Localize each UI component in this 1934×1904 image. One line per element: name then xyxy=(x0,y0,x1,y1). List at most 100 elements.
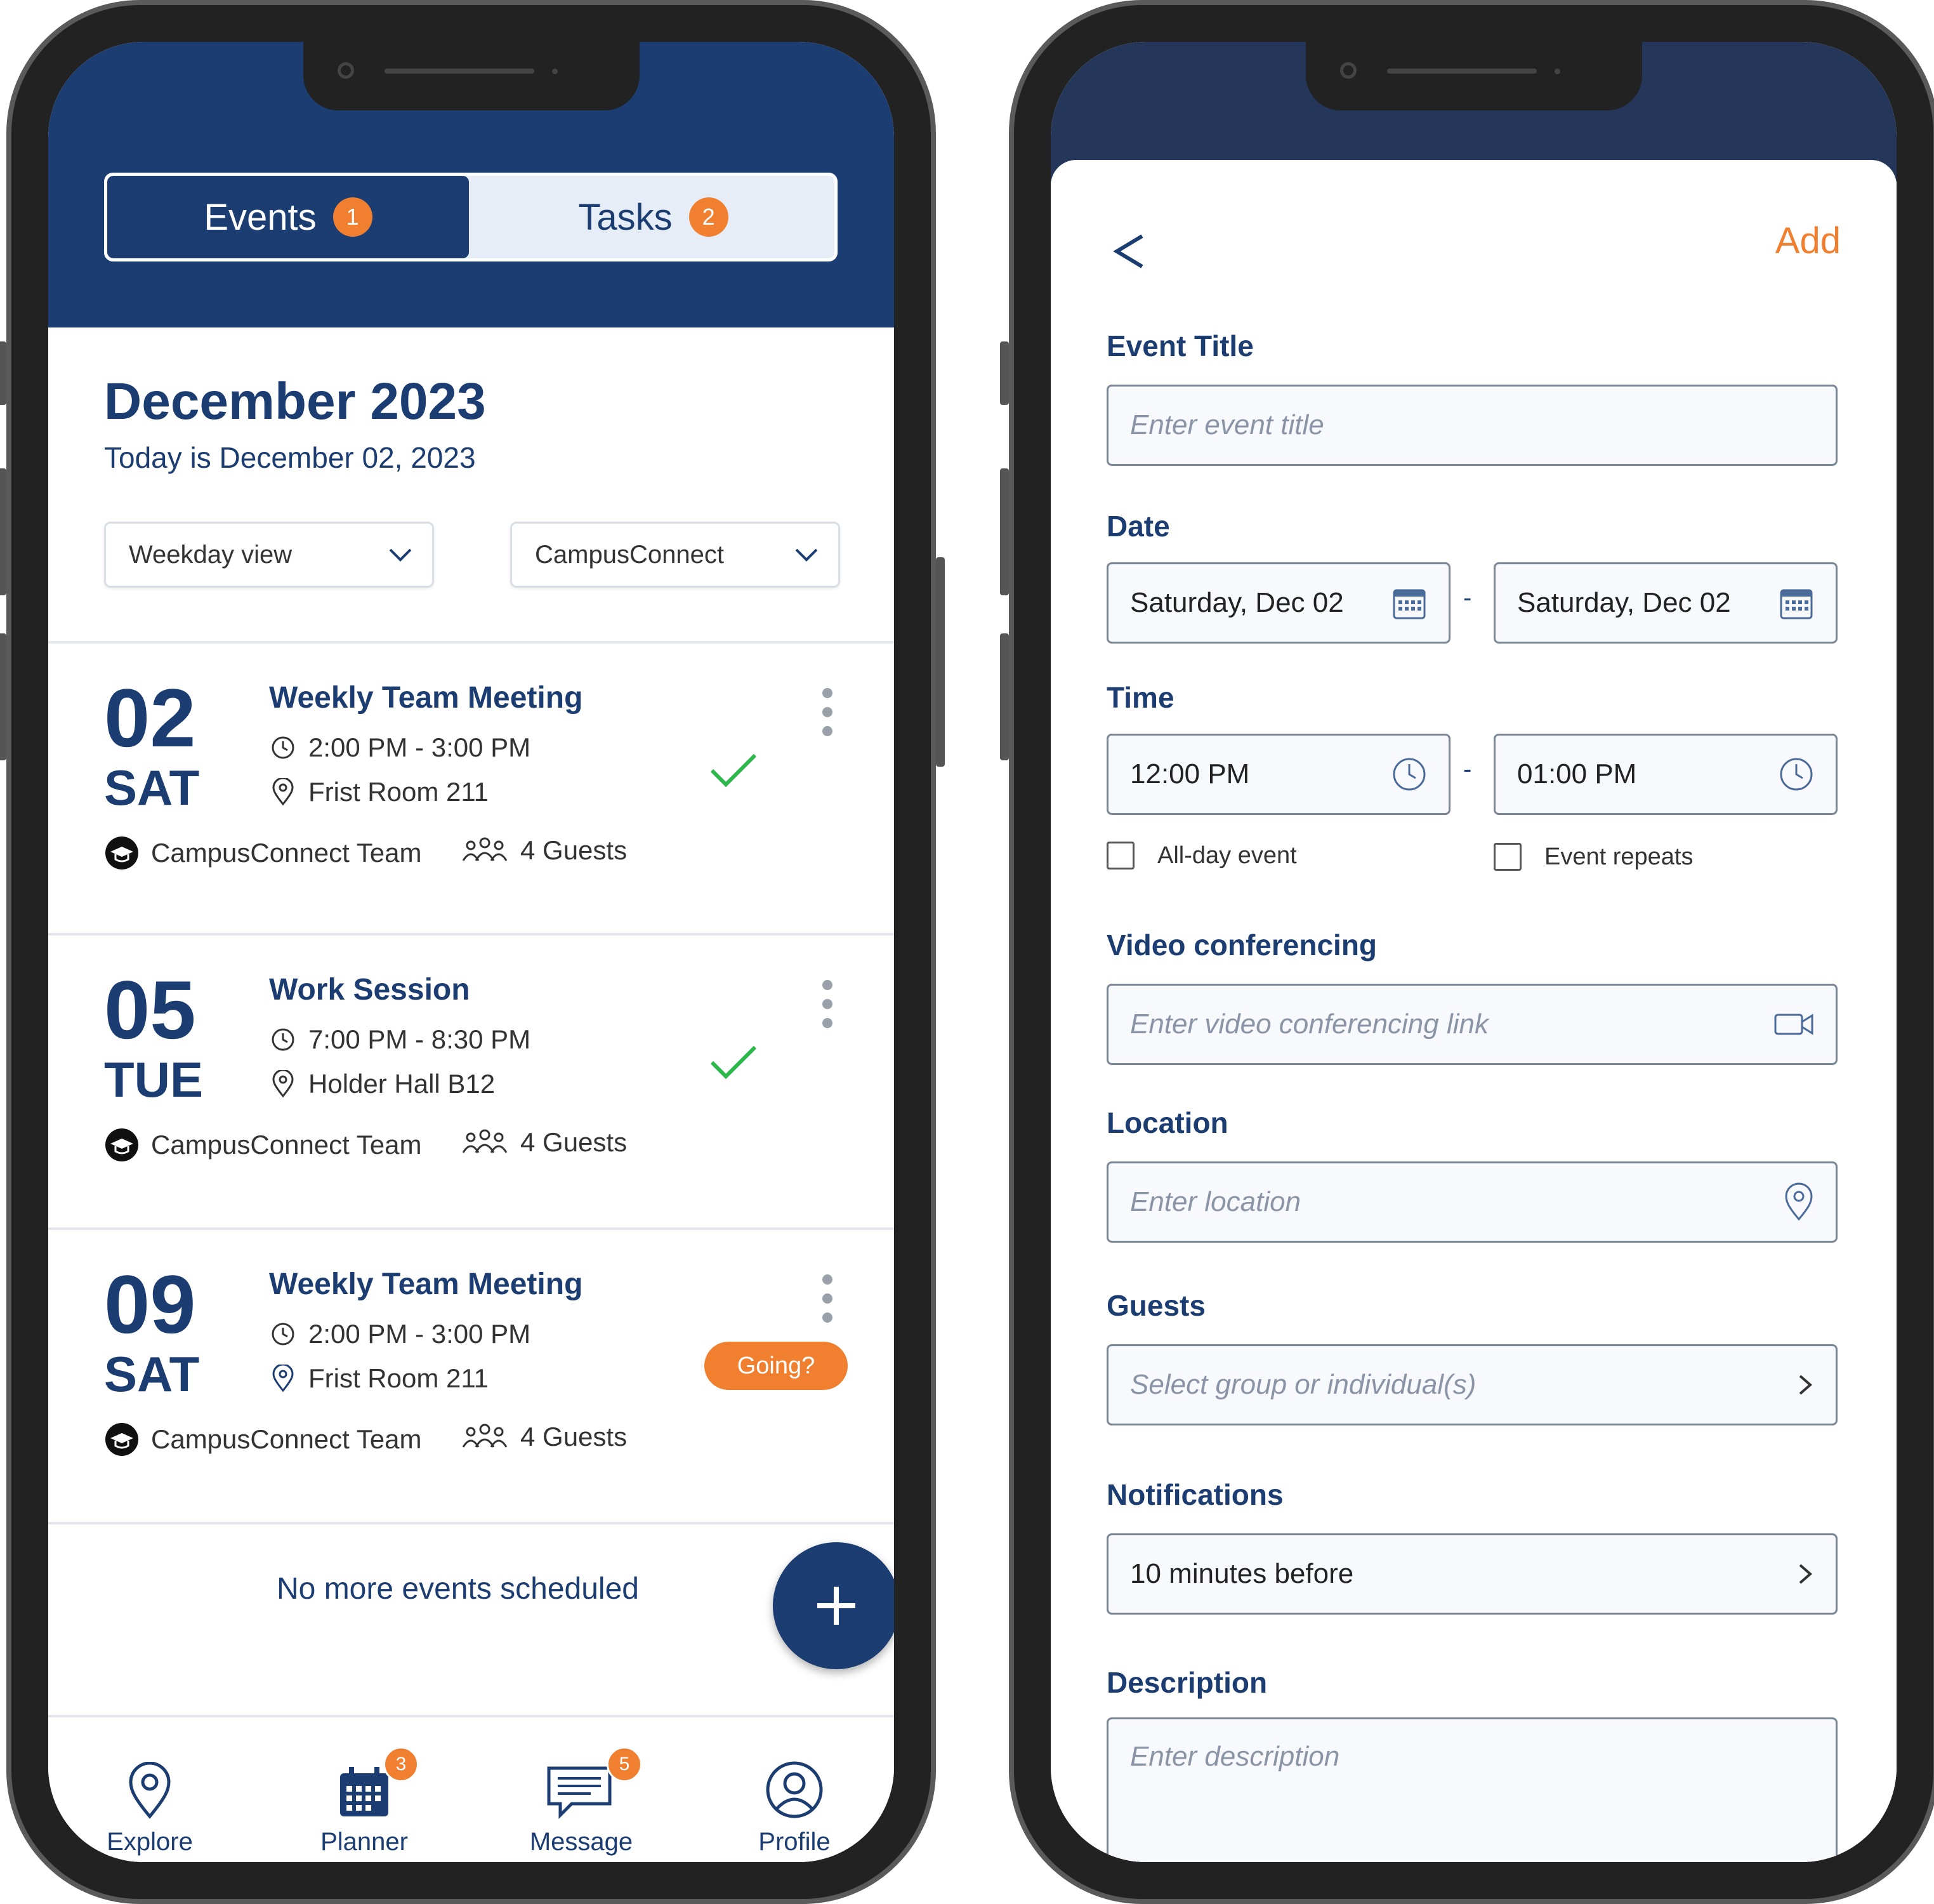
sensor-dot xyxy=(551,69,558,74)
video-conferencing-field[interactable]: Enter video conferencing link xyxy=(1107,984,1838,1065)
event-day-number: 02 xyxy=(104,671,196,764)
event-card[interactable]: 02 SAT Weekly Team Meeting 2:00 PM - 3:0… xyxy=(48,644,894,935)
guests-field[interactable]: Select group or individual(s) xyxy=(1107,1344,1838,1425)
nav-message[interactable]: 5 Message xyxy=(505,1747,657,1856)
mute-switch xyxy=(1000,341,1009,405)
calendar-dropdown[interactable]: CampusConnect xyxy=(510,522,840,588)
all-day-label: All-day event xyxy=(1157,842,1297,869)
notifications-label: Notifications xyxy=(1107,1478,1284,1511)
month-title: December 2023 xyxy=(104,373,486,430)
view-dropdown[interactable]: Weekday view xyxy=(104,522,434,588)
message-badge: 5 xyxy=(607,1747,642,1782)
more-options-icon[interactable] xyxy=(822,980,835,1028)
event-title: Work Session xyxy=(269,973,470,1007)
back-chevron-icon[interactable] xyxy=(1112,232,1147,270)
profile-icon xyxy=(766,1761,823,1818)
event-organizer: CampusConnect Team xyxy=(151,1424,422,1454)
notch xyxy=(1305,42,1642,110)
tab-tasks[interactable]: Tasks 2 xyxy=(472,176,834,258)
event-title: Weekly Team Meeting xyxy=(269,1267,583,1301)
event-day-number: 09 xyxy=(104,1258,196,1351)
event-organizer-row: CampusConnect Team xyxy=(104,1422,421,1457)
nav-explore[interactable]: Explore xyxy=(74,1749,226,1856)
nav-profile-label: Profile xyxy=(758,1828,831,1856)
start-time-field[interactable]: 12:00 PM xyxy=(1107,734,1450,815)
event-title-field[interactable]: Enter event title xyxy=(1107,385,1838,466)
all-day-checkbox[interactable]: All-day event xyxy=(1107,842,1297,869)
calendar-dropdown-value: CampusConnect xyxy=(535,540,724,569)
time-range-separator: - xyxy=(1463,755,1472,783)
location-pin-icon xyxy=(272,778,294,806)
event-guest-count: 4 Guests xyxy=(520,1422,628,1451)
nav-profile[interactable]: Profile xyxy=(718,1749,871,1856)
calendar-icon xyxy=(1780,589,1813,619)
volume-up-button xyxy=(0,468,6,595)
add-event-button[interactable] xyxy=(773,1542,894,1669)
tasks-count-badge: 2 xyxy=(688,197,728,237)
chevron-right-icon xyxy=(1799,1375,1813,1395)
event-guest-count: 4 Guests xyxy=(520,835,628,865)
notifications-field[interactable]: 10 minutes before xyxy=(1107,1533,1838,1615)
clock-icon xyxy=(272,736,294,759)
phone-frame-left: Events 1 Tasks 2 December 2023 Today is … xyxy=(0,0,945,1904)
checkmark-icon xyxy=(710,753,757,788)
event-day-number: 05 xyxy=(104,963,196,1056)
all-day-checkbox-box[interactable] xyxy=(1107,842,1135,869)
event-title-label: Event Title xyxy=(1107,329,1254,362)
clock-icon xyxy=(1393,758,1426,791)
start-date-field[interactable]: Saturday, Dec 02 xyxy=(1107,562,1450,644)
tab-events-label: Events xyxy=(204,196,317,238)
event-time: 2:00 PM - 3:00 PM xyxy=(308,732,531,762)
event-repeats-checkbox[interactable]: Event repeats xyxy=(1494,843,1693,871)
event-time-row: 7:00 PM - 8:30 PM xyxy=(269,1024,530,1055)
nav-planner[interactable]: 3 Planner xyxy=(288,1747,440,1856)
end-time-field[interactable]: 01:00 PM xyxy=(1494,734,1838,815)
location-pin-icon xyxy=(129,1762,171,1819)
power-button xyxy=(936,557,945,767)
bottom-nav: Explore 3 Planner 5 Message Profile xyxy=(48,1717,894,1862)
event-repeats-checkbox-box[interactable] xyxy=(1494,843,1522,871)
date-label: Date xyxy=(1107,510,1170,543)
checkmark-icon xyxy=(710,1045,757,1080)
campusconnect-logo-icon xyxy=(105,836,138,869)
camera-icon xyxy=(1339,62,1357,79)
event-card[interactable]: 05 TUE Work Session 7:00 PM - 8:30 PM Ho… xyxy=(48,935,894,1227)
event-organizer-row: CampusConnect Team xyxy=(104,835,421,871)
speaker-grille xyxy=(1386,69,1537,74)
location-pin-icon xyxy=(272,1070,294,1098)
start-date-value: Saturday, Dec 02 xyxy=(1130,587,1344,618)
more-options-icon[interactable] xyxy=(822,688,835,736)
description-field[interactable]: Enter description xyxy=(1107,1717,1838,1862)
chevron-right-icon xyxy=(1799,1564,1813,1584)
phone-frame-right: Add Event Title Enter event title Date S… xyxy=(1000,0,1934,1904)
event-guest-count: 4 Guests xyxy=(520,1127,628,1157)
tab-events[interactable]: Events 1 xyxy=(107,176,469,258)
location-pin-icon xyxy=(272,1365,294,1392)
today-date-text: Today is December 02, 2023 xyxy=(104,441,476,474)
event-organizer-row: CampusConnect Team xyxy=(104,1127,421,1163)
location-label: Location xyxy=(1107,1106,1228,1139)
volume-down-button xyxy=(1000,633,1009,760)
volume-up-button xyxy=(1000,468,1009,595)
calendar-icon xyxy=(1393,589,1426,619)
add-button[interactable]: Add xyxy=(1775,220,1841,262)
more-options-icon[interactable] xyxy=(822,1274,835,1323)
time-label: Time xyxy=(1107,681,1174,714)
campusconnect-logo-icon xyxy=(105,1128,138,1161)
no-more-events-text: No more events scheduled xyxy=(277,1572,639,1606)
rsvp-going-button[interactable]: Going? xyxy=(704,1342,848,1390)
plus-icon xyxy=(817,1587,855,1625)
description-placeholder: Enter description xyxy=(1130,1741,1340,1772)
nav-explore-label: Explore xyxy=(107,1828,193,1856)
guests-icon xyxy=(462,1129,508,1153)
event-card[interactable]: 09 SAT Weekly Team Meeting 2:00 PM - 3:0… xyxy=(48,1230,894,1522)
location-field[interactable]: Enter location xyxy=(1107,1161,1838,1243)
event-day-of-week: SAT xyxy=(104,1346,200,1402)
calendar-icon xyxy=(340,1767,388,1816)
event-guests-row: 4 Guests xyxy=(461,1422,627,1452)
camera-icon xyxy=(337,62,354,79)
end-date-field[interactable]: Saturday, Dec 02 xyxy=(1494,562,1838,644)
location-placeholder: Enter location xyxy=(1130,1186,1301,1217)
video-camera-icon xyxy=(1774,1014,1813,1035)
event-repeats-label: Event repeats xyxy=(1544,843,1694,870)
